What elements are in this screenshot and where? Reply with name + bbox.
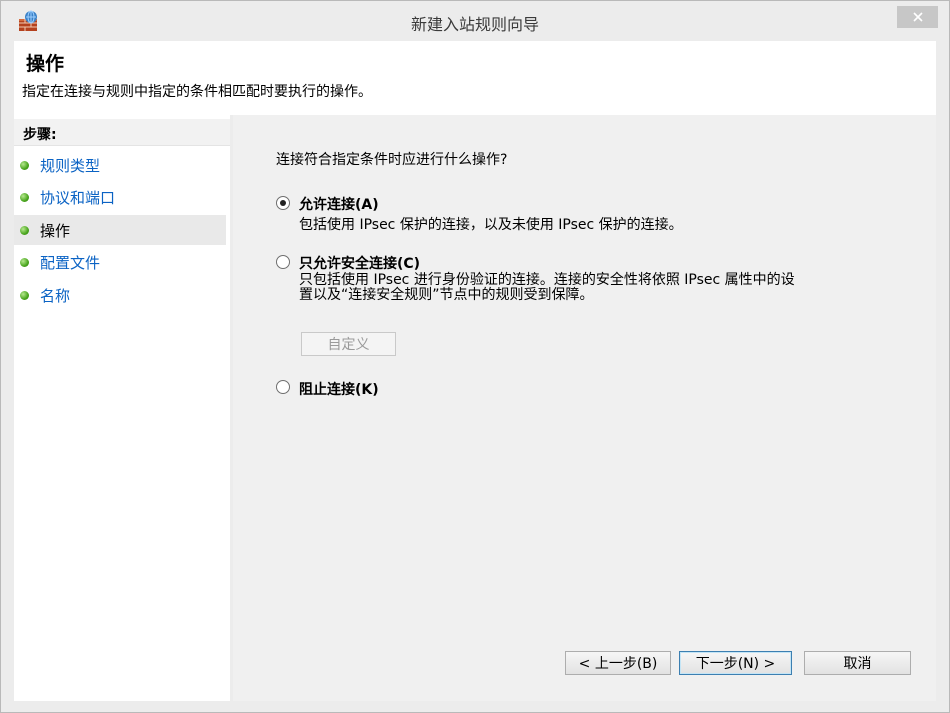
- next-button[interactable]: 下一步(N) >: [679, 651, 792, 675]
- step-action[interactable]: 操作: [14, 215, 226, 245]
- step-label: 协议和端口: [40, 188, 116, 207]
- green-bullet-icon: [20, 290, 29, 300]
- green-bullet-icon: [20, 225, 29, 235]
- step-label: 规则类型: [40, 156, 101, 175]
- back-button[interactable]: < 上一步(B): [565, 651, 671, 675]
- steps-title: 步骤:: [23, 127, 57, 143]
- allow-secure-description-line1: 只包括使用 IPsec 进行身份验证的连接。连接的安全性将依照 IPsec 属性…: [299, 272, 795, 288]
- steps-header: 步骤:: [14, 119, 230, 146]
- step-label: 配置文件: [40, 253, 101, 272]
- step-profile[interactable]: 配置文件: [14, 247, 226, 277]
- cancel-button[interactable]: 取消: [804, 651, 911, 675]
- page-title: 操作: [26, 53, 65, 75]
- title-bar: 新建入站规则向导: [1, 1, 949, 41]
- allow-secure-radio[interactable]: [276, 255, 290, 269]
- step-label: 名称: [40, 286, 71, 305]
- steps-panel: 步骤: 规则类型 协议和端口 操作 配置文件 名称: [14, 115, 230, 701]
- allow-secure-description-line2: 置以及“连接安全规则”节点中的规则受到保障。: [299, 287, 594, 303]
- block-connection-label[interactable]: 阻止连接(K): [299, 379, 379, 399]
- customize-button[interactable]: 自定义: [301, 332, 396, 356]
- step-name[interactable]: 名称: [14, 280, 226, 310]
- window-title: 新建入站规则向导: [410, 15, 539, 34]
- close-button[interactable]: [897, 6, 938, 28]
- step-protocol-ports[interactable]: 协议和端口: [14, 182, 226, 212]
- allow-connection-radio[interactable]: [276, 196, 290, 210]
- step-label: 操作: [40, 221, 71, 240]
- step-rule-type[interactable]: 规则类型: [14, 150, 226, 180]
- wizard-window: 新建入站规则向导 操作 指定在连接与规则中指定的条件相匹配时要执行的操作。 步骤…: [0, 0, 950, 713]
- block-connection-radio[interactable]: [276, 380, 290, 394]
- allow-secure-label[interactable]: 只允许安全连接(C): [299, 253, 420, 273]
- allow-connection-description: 包括使用 IPsec 保护的连接，以及未使用 IPsec 保护的连接。: [299, 217, 683, 233]
- question-text: 连接符合指定条件时应进行什么操作?: [276, 152, 508, 168]
- page-header: 操作 指定在连接与规则中指定的条件相匹配时要执行的操作。: [14, 41, 936, 115]
- green-bullet-icon: [20, 257, 29, 267]
- page-description: 指定在连接与规则中指定的条件相匹配时要执行的操作。: [22, 84, 372, 100]
- close-icon: [912, 12, 923, 22]
- allow-connection-label[interactable]: 允许连接(A): [299, 194, 379, 214]
- green-bullet-icon: [20, 160, 29, 170]
- content-panel: 连接符合指定条件时应进行什么操作? 允许连接(A) 包括使用 IPsec 保护的…: [233, 115, 936, 701]
- green-bullet-icon: [20, 192, 29, 202]
